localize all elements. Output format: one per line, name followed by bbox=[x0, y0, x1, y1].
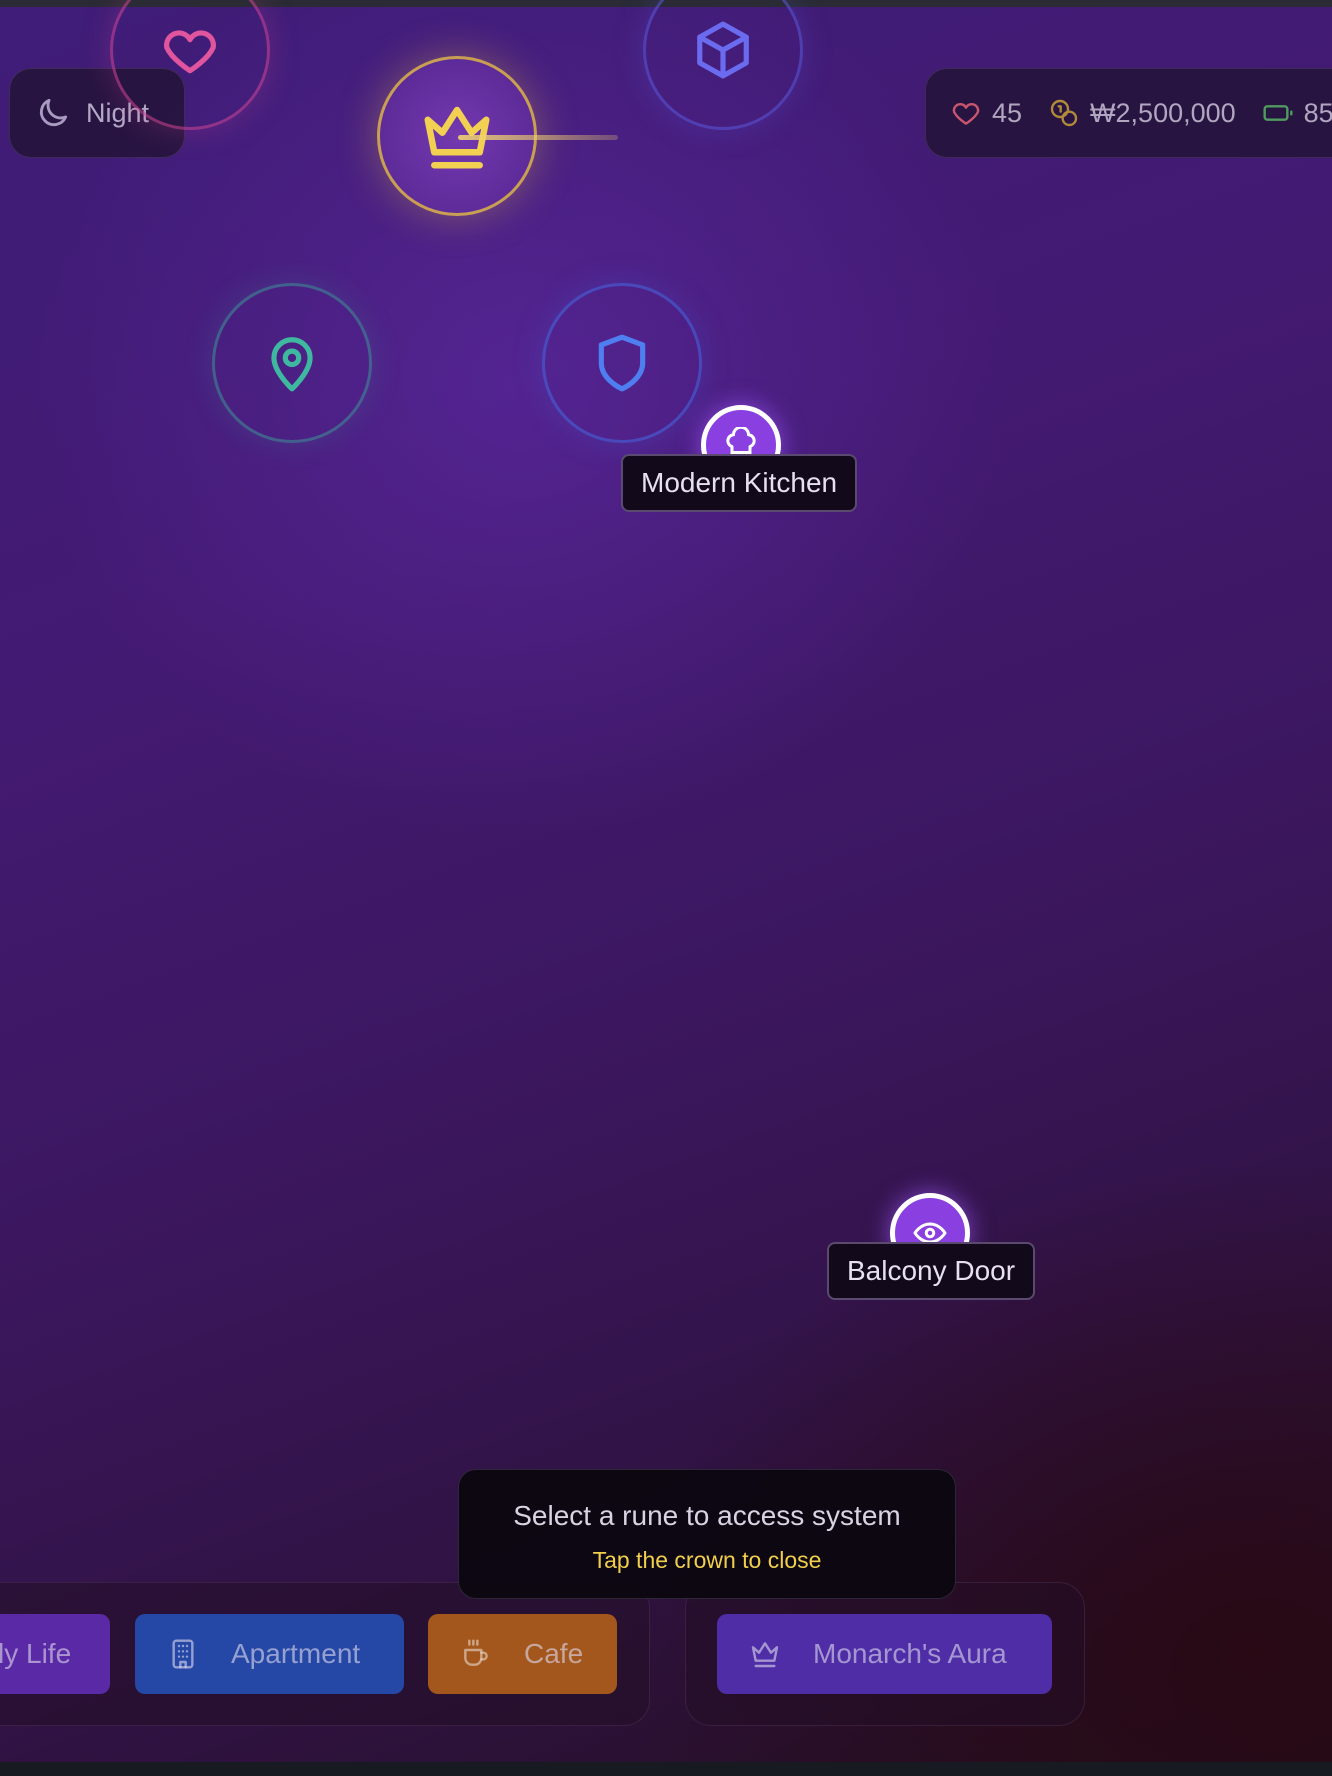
coffee-cup-icon bbox=[464, 1639, 488, 1666]
box-icon bbox=[697, 21, 749, 79]
rune-inventory[interactable] bbox=[643, 0, 803, 130]
money-stat: ₩2,500,000 bbox=[1048, 97, 1236, 129]
building-icon bbox=[172, 1639, 194, 1669]
tab-family-life[interactable]: ly Life bbox=[0, 1614, 110, 1694]
shield-icon bbox=[598, 334, 646, 392]
stats-pill: 45 ₩2,500,000 85 bbox=[925, 68, 1332, 158]
battery-value: 85 bbox=[1303, 97, 1332, 128]
money-value: ₩2,500,000 bbox=[1090, 97, 1236, 128]
rune-prompt-card: Select a rune to access system Tap the c… bbox=[458, 1469, 956, 1599]
hotspot-label-balcony-door: Balcony Door bbox=[827, 1242, 1036, 1300]
bottom-edge bbox=[0, 1762, 1332, 1776]
crown-light-ray bbox=[458, 135, 618, 140]
tab-cafe[interactable]: Cafe bbox=[428, 1614, 617, 1694]
affection-value: 45 bbox=[992, 97, 1023, 128]
coins-icon bbox=[1050, 99, 1078, 127]
hotspot-label-modern-kitchen: Modern Kitchen bbox=[621, 454, 858, 512]
rune-location[interactable] bbox=[212, 283, 372, 443]
game-scene: Night 45 ₩2,500,000 85 Modern Kitchen Ba… bbox=[0, 0, 1332, 1776]
battery-stat: 85 bbox=[1262, 97, 1332, 129]
heart-icon bbox=[164, 30, 216, 74]
battery-icon bbox=[1263, 105, 1293, 121]
tab-cafe-label: Cafe bbox=[524, 1638, 584, 1669]
tab-apartment-label: Apartment bbox=[231, 1638, 361, 1669]
prompt-subtitle: Tap the crown to close bbox=[592, 1547, 822, 1573]
prompt-title: Select a rune to access system bbox=[513, 1500, 901, 1531]
rune-security[interactable] bbox=[542, 283, 702, 443]
heart-icon bbox=[952, 103, 980, 125]
map-pin-icon bbox=[271, 337, 313, 392]
crown-icon bbox=[751, 1642, 779, 1668]
moon-icon bbox=[39, 98, 68, 127]
tab-family-life-label: ly Life bbox=[0, 1638, 72, 1669]
affection-stat: 45 bbox=[950, 97, 1022, 129]
tab-monarchs-aura-label: Monarch's Aura bbox=[813, 1638, 1007, 1669]
tab-monarchs-aura[interactable]: Monarch's Aura bbox=[717, 1614, 1052, 1694]
tab-apartment[interactable]: Apartment bbox=[135, 1614, 404, 1694]
